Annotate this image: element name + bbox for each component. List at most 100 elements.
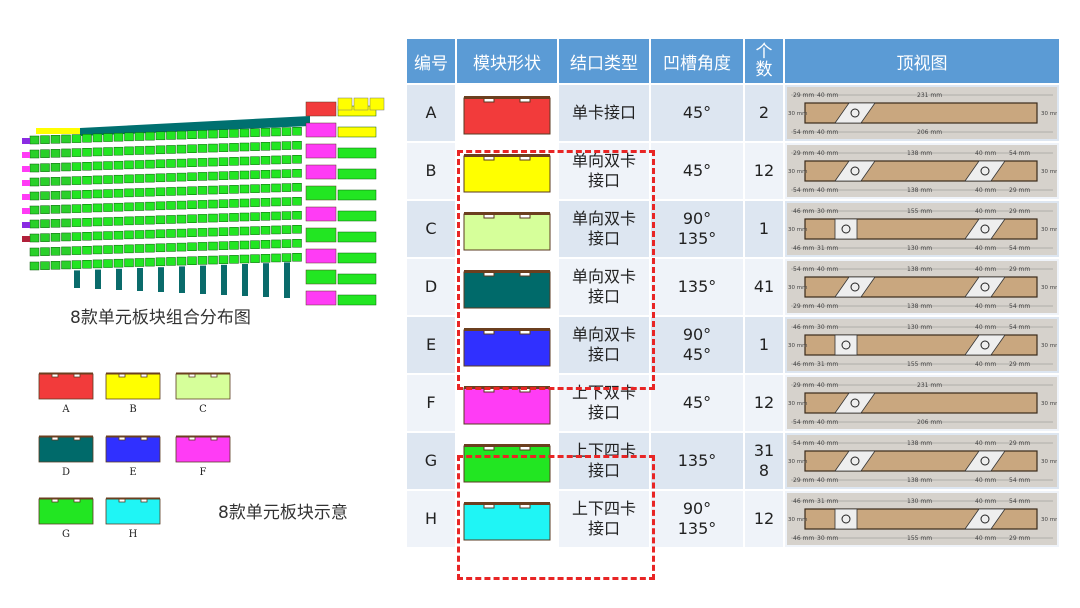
- render-cell: [113, 230, 124, 240]
- render-cell: [281, 225, 292, 234]
- render-cell: [250, 226, 260, 235]
- render-cell: [292, 183, 302, 192]
- render-cell: [61, 246, 71, 256]
- cell-id: C: [405, 199, 457, 259]
- render-cell: [61, 218, 71, 228]
- cell-angle: 135°: [649, 257, 745, 317]
- render-cell: [208, 199, 218, 209]
- topview-dim: 29 mm: [1009, 440, 1030, 447]
- render-cell: [145, 243, 155, 253]
- topview-dim: 40 mm: [975, 324, 996, 331]
- topview-dim: 54 mm: [1009, 245, 1030, 252]
- render-drop: [284, 262, 290, 298]
- render-cell: [197, 130, 208, 139]
- render-cell: [40, 191, 50, 200]
- render-cell: [176, 186, 187, 196]
- render-cell: [271, 225, 281, 235]
- cell-count: 1: [743, 199, 785, 259]
- render-side-module: [337, 210, 377, 222]
- render-cell: [250, 142, 260, 151]
- header-topview: 顶视图: [783, 37, 1061, 85]
- render-cell: [50, 261, 61, 270]
- render-cell: [260, 254, 271, 263]
- render-side-module: [305, 101, 337, 117]
- render-side-module: [337, 147, 377, 159]
- topview-dim: 40 mm: [975, 208, 996, 215]
- topview-drawing: 29 mm 40 mm 138 mm 40 mm 54 mm54 mm 40 mm 138 …: [787, 145, 1057, 197]
- render-cell: [281, 253, 292, 262]
- render-left-top: [36, 128, 80, 134]
- render-cell: [208, 213, 218, 223]
- render-cell: [71, 148, 82, 157]
- header-shape: 模块形状: [455, 37, 559, 85]
- topview-dim: 54 mm: [793, 440, 814, 447]
- render-cell: [40, 205, 50, 214]
- render-cell: [92, 259, 103, 269]
- render-side-module: [337, 126, 377, 138]
- render-top-block: [353, 97, 369, 111]
- render-cell: [166, 201, 176, 210]
- topview-dim: 40 mm: [975, 245, 996, 252]
- topview-dim: 54 mm: [793, 129, 814, 136]
- render-cell: [197, 172, 208, 181]
- render-cell: [145, 173, 155, 183]
- topview-dim: 40 mm: [975, 535, 996, 542]
- cell-angle: 45°: [649, 83, 745, 143]
- render-cell: [155, 131, 166, 141]
- render-cell: [50, 191, 61, 200]
- render-cell: [113, 244, 124, 254]
- topview-dim: 46 mm: [793, 535, 814, 542]
- render-cell: [50, 135, 61, 144]
- render-cell: [71, 246, 82, 255]
- cell-count: 41: [743, 257, 785, 317]
- render-cell: [166, 257, 176, 266]
- render-cell: [292, 141, 302, 150]
- render-cell: [103, 175, 113, 184]
- render-cell: [292, 197, 302, 206]
- topview-side-dim: 30 mm: [1041, 111, 1057, 117]
- table-row: A 单卡接口 45° 2 29 mm 40 mm 231 mm 54 mm 40 mm 206 m…: [405, 83, 1061, 143]
- topview-side-dim: 30 mm: [788, 517, 807, 523]
- render-drop: [158, 267, 164, 292]
- render-cell: [229, 157, 239, 166]
- header-angle: 凹槽角度: [649, 37, 745, 85]
- render-side-module: [305, 227, 337, 243]
- cell-count: 12: [743, 373, 785, 433]
- render-cell: [197, 144, 208, 153]
- render-cell: [29, 247, 40, 257]
- render-cell: [292, 127, 302, 136]
- render-side-module: [305, 269, 337, 285]
- topview-drawing: 29 mm 40 mm 231 mm54 mm 40 mm 206 mm30 mm 30 …: [787, 87, 1057, 139]
- render-cell: [187, 200, 197, 209]
- render-cell: [29, 219, 40, 229]
- render-cell: [218, 143, 229, 152]
- render-cell: [197, 200, 208, 209]
- topview-dim: 138 mm: [907, 303, 932, 310]
- render-cell: [71, 176, 82, 185]
- render-cell: [82, 190, 92, 199]
- render-left-tab: [22, 222, 30, 228]
- topview-dim: 138 mm: [907, 266, 932, 273]
- render-cell: [134, 202, 145, 211]
- render-cell: [82, 176, 92, 185]
- render-cell: [197, 228, 208, 237]
- topview-dim: 40 mm: [975, 266, 996, 273]
- render-cell: [92, 189, 103, 199]
- render-side-module: [305, 185, 337, 201]
- render-cell: [260, 226, 271, 235]
- render-cell: [145, 131, 155, 141]
- swatch-h: [105, 495, 161, 525]
- topview-side-dim: 30 mm: [1041, 169, 1057, 175]
- render-cell: [166, 159, 176, 168]
- render-cell: [155, 159, 166, 169]
- render-cell: [71, 232, 82, 241]
- render-cell: [61, 148, 71, 158]
- render-side-module: [337, 252, 377, 264]
- topview-dim: 29 mm: [1009, 208, 1030, 215]
- render-cell: [50, 247, 61, 256]
- render-cell: [50, 149, 61, 158]
- render-left-tab: [22, 138, 30, 144]
- swatch-label: C: [199, 404, 207, 415]
- render-cell: [134, 160, 145, 169]
- render-cell: [103, 245, 113, 254]
